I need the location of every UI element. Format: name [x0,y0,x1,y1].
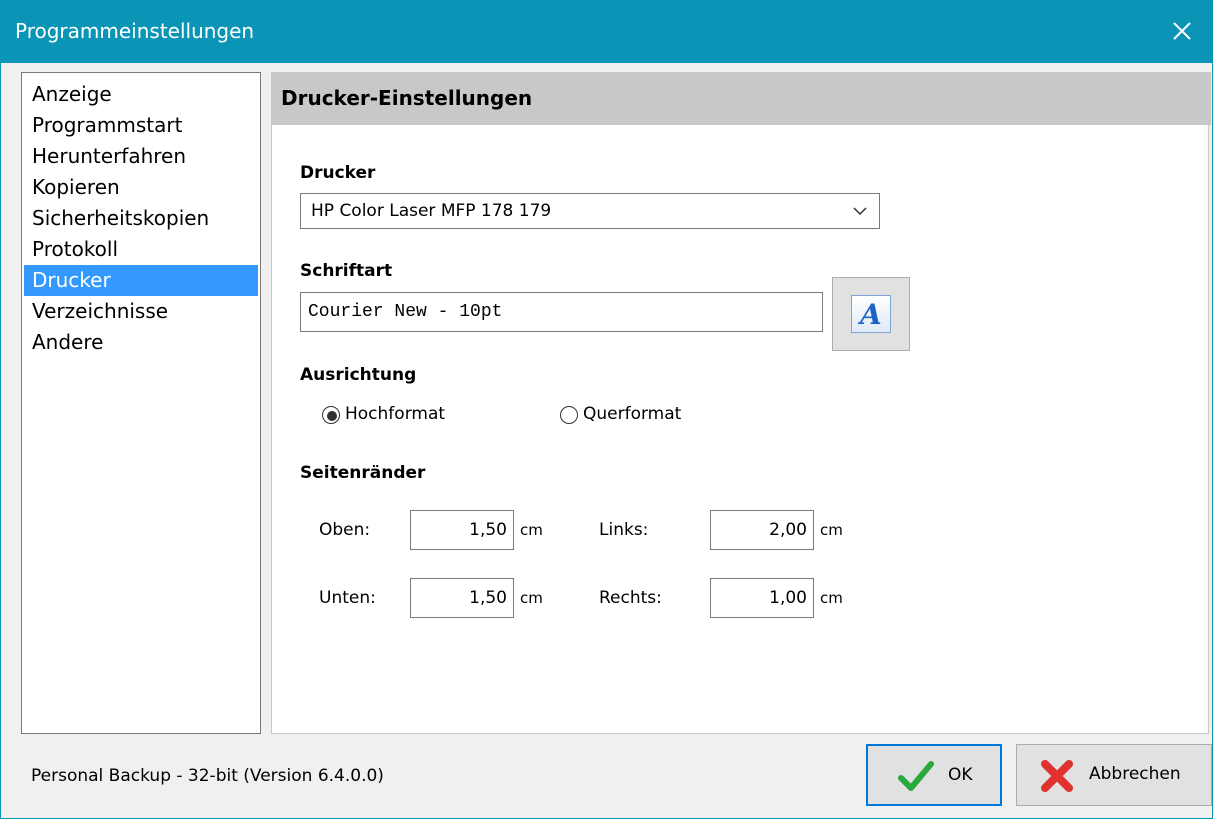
version-text: Personal Backup - 32-bit (Version 6.4.0.… [31,766,384,786]
font-label: Schriftart [300,261,393,281]
checkmark-icon [898,761,934,791]
panel-header: Drucker-Einstellungen [271,72,1211,125]
margin-top-input[interactable]: 1,50 [410,510,514,550]
margin-bottom-unit: cm [520,589,543,607]
orientation-label: Ausrichtung [300,365,417,385]
panel-title: Drucker-Einstellungen [281,86,533,110]
close-button[interactable] [1150,1,1212,63]
printer-select-value: HP Color Laser MFP 178 179 [311,201,552,221]
margin-top-label: Oben: [319,520,371,540]
printer-label: Drucker [300,163,376,183]
font-field-value: Courier New - 10pt [308,302,503,322]
nav-item-programmstart[interactable]: Programmstart [24,110,258,141]
radio-portrait-dot [327,411,337,421]
nav-item-sicherheitskopien[interactable]: Sicherheitskopien [24,203,258,234]
nav-item-protokoll[interactable]: Protokoll [24,234,258,265]
nav-item-drucker[interactable]: Drucker [24,265,258,296]
settings-category-list: Anzeige Programmstart Herunterfahren Kop… [21,72,261,734]
margin-right-input[interactable]: 1,00 [710,578,814,618]
nav-item-anzeige[interactable]: Anzeige [24,79,258,110]
margins-label: Seitenränder [300,463,426,483]
cancel-x-icon [1041,760,1073,792]
cancel-button-label: Abbrechen [1089,764,1181,784]
printer-select[interactable]: HP Color Laser MFP 178 179 [300,193,880,229]
choose-font-button[interactable]: A [832,277,910,351]
nav-item-andere[interactable]: Andere [24,327,258,358]
margin-left-label: Links: [599,520,649,540]
window-title: Programmeinstellungen [15,19,255,43]
panel-body: Drucker HP Color Laser MFP 178 179 Schri… [271,125,1209,734]
margin-right-unit: cm [820,589,843,607]
margin-bottom-label: Unten: [319,588,376,608]
ok-button-label: OK [948,765,973,785]
radio-landscape-circle [560,406,578,424]
cancel-button[interactable]: Abbrechen [1016,744,1212,806]
title-bar: Programmeinstellungen [1,1,1212,63]
radio-portrait-circle [322,406,340,424]
radio-landscape-label: Querformat [583,404,682,424]
font-field[interactable]: Courier New - 10pt [300,292,823,332]
font-icon: A [851,295,891,333]
close-icon [1173,22,1191,40]
margin-left-input[interactable]: 2,00 [710,510,814,550]
margin-top-unit: cm [520,521,543,539]
chevron-down-icon [853,207,867,216]
nav-item-kopieren[interactable]: Kopieren [24,172,258,203]
nav-item-verzeichnisse[interactable]: Verzeichnisse [24,296,258,327]
ok-button[interactable]: OK [866,744,1002,806]
settings-dialog: Programmeinstellungen Anzeige Programmst… [0,0,1213,819]
margin-left-unit: cm [820,521,843,539]
settings-panel: Drucker-Einstellungen Drucker HP Color L… [271,72,1211,734]
radio-portrait-label: Hochformat [345,404,446,424]
margin-bottom-input[interactable]: 1,50 [410,578,514,618]
font-icon-glyph: A [860,298,882,331]
margin-right-label: Rechts: [599,588,662,608]
nav-item-herunterfahren[interactable]: Herunterfahren [24,141,258,172]
